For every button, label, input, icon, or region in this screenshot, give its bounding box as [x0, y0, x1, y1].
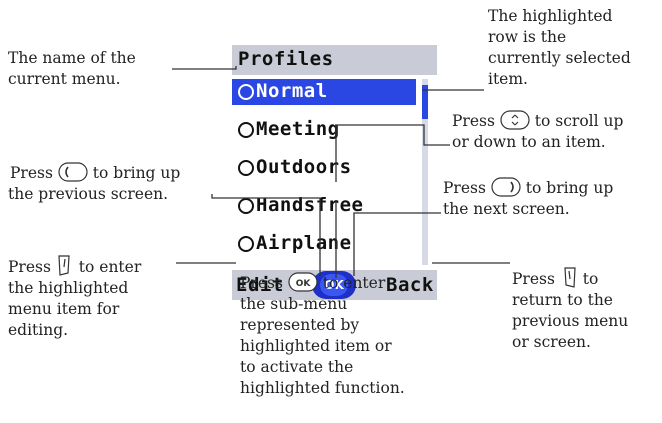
- phone-screen: Profiles Normal Meeting Outdoors Handsfr…: [232, 45, 437, 300]
- radio-icon: [238, 160, 254, 176]
- caption-text: Press: [512, 270, 560, 288]
- caption-line: return to the: [512, 291, 613, 309]
- caption-line: the next screen.: [443, 200, 570, 218]
- list-item-outdoors[interactable]: Outdoors: [232, 155, 416, 181]
- caption-text: to enter: [317, 274, 386, 292]
- radio-icon: [238, 236, 254, 252]
- scrollbar-thumb[interactable]: [422, 85, 428, 119]
- list-item-handsfree[interactable]: Handsfree: [232, 193, 416, 219]
- caption-line: Press to bring up: [8, 162, 180, 184]
- caption-text: Press: [10, 164, 58, 182]
- caption-line: editing.: [8, 321, 69, 339]
- caption-line: or screen.: [512, 333, 591, 351]
- caption-text: to bring up: [520, 179, 614, 197]
- caption-highlighted-row: The highlighted row is the currently sel…: [488, 6, 631, 90]
- caption-scroll: Press to scroll up or down to an item.: [452, 110, 623, 153]
- caption-next-screen: Press to bring up the next screen.: [443, 177, 613, 220]
- caption-line: Press to scroll up: [452, 110, 623, 132]
- list-item-meeting[interactable]: Meeting: [232, 117, 416, 143]
- caption-line: Press OK to enter: [240, 272, 405, 294]
- caption-line: current menu.: [8, 70, 121, 88]
- menu-title-bar: Profiles: [232, 45, 437, 75]
- left-softkey-icon: [58, 255, 70, 276]
- list-item-label: Normal: [256, 80, 328, 102]
- caption-text: Press: [452, 112, 500, 130]
- caption-text: Press: [240, 274, 288, 292]
- caption-line: the sub-menu: [240, 295, 348, 313]
- svg-text:OK: OK: [296, 279, 312, 289]
- list-item-airplane[interactable]: Airplane: [232, 231, 416, 257]
- caption-ok-key: Press OK to enter the sub-menu represent…: [240, 272, 405, 399]
- caption-line: currently selected: [488, 49, 631, 67]
- caption-menu-name: The name of the current menu.: [8, 48, 136, 90]
- caption-line: represented by: [240, 316, 360, 334]
- menu-list: Normal Meeting Outdoors Handsfree Airpla…: [232, 75, 437, 270]
- caption-line: Press to bring up: [443, 177, 613, 199]
- caption-right-softkey: Press to return to the previous menu or …: [512, 266, 628, 353]
- caption-line: or down to an item.: [452, 133, 606, 151]
- caption-text: to: [577, 270, 599, 288]
- caption-line: The highlighted: [488, 7, 613, 25]
- right-softkey-icon: [564, 267, 576, 288]
- caption-line: row is the: [488, 28, 567, 46]
- ok-key-icon: OK: [288, 272, 318, 292]
- caption-line: the highlighted: [8, 279, 129, 297]
- caption-line: Press to: [512, 266, 628, 290]
- caption-text: Press: [8, 258, 56, 276]
- caption-text: Press: [443, 179, 491, 197]
- caption-line: previous menu: [512, 312, 629, 330]
- caption-text: to scroll up: [529, 112, 624, 130]
- radio-icon: [238, 84, 254, 100]
- caption-line: menu item for: [8, 300, 120, 318]
- list-item-label: Airplane: [256, 232, 352, 254]
- caption-line: The name of the: [8, 49, 136, 67]
- radio-icon: [238, 122, 254, 138]
- leader-menu-name: [172, 66, 237, 70]
- list-item-label: Meeting: [256, 118, 340, 140]
- caption-text: to bring up: [87, 164, 181, 182]
- annotated-phone-diagram: Profiles Normal Meeting Outdoors Handsfr…: [0, 0, 662, 423]
- caption-line: highlighted function.: [240, 379, 405, 397]
- list-item-label: Handsfree: [256, 194, 364, 216]
- nav-right-icon: [491, 177, 521, 197]
- caption-line: to activate the: [240, 358, 354, 376]
- menu-title: Profiles: [238, 48, 334, 70]
- caption-previous-screen: Press to bring up the previous screen.: [8, 162, 180, 205]
- list-item-normal[interactable]: Normal: [232, 79, 416, 105]
- nav-left-icon: [58, 162, 88, 182]
- caption-left-softkey: Press to enter the highlighted menu item…: [8, 254, 141, 341]
- caption-line: the previous screen.: [8, 185, 169, 203]
- caption-line: highlighted item or: [240, 337, 392, 355]
- nav-up-down-icon: [500, 110, 530, 130]
- list-item-label: Outdoors: [256, 156, 352, 178]
- caption-text: to enter: [73, 258, 142, 276]
- caption-line: item.: [488, 70, 528, 88]
- caption-line: Press to enter: [8, 254, 141, 278]
- radio-icon: [238, 198, 254, 214]
